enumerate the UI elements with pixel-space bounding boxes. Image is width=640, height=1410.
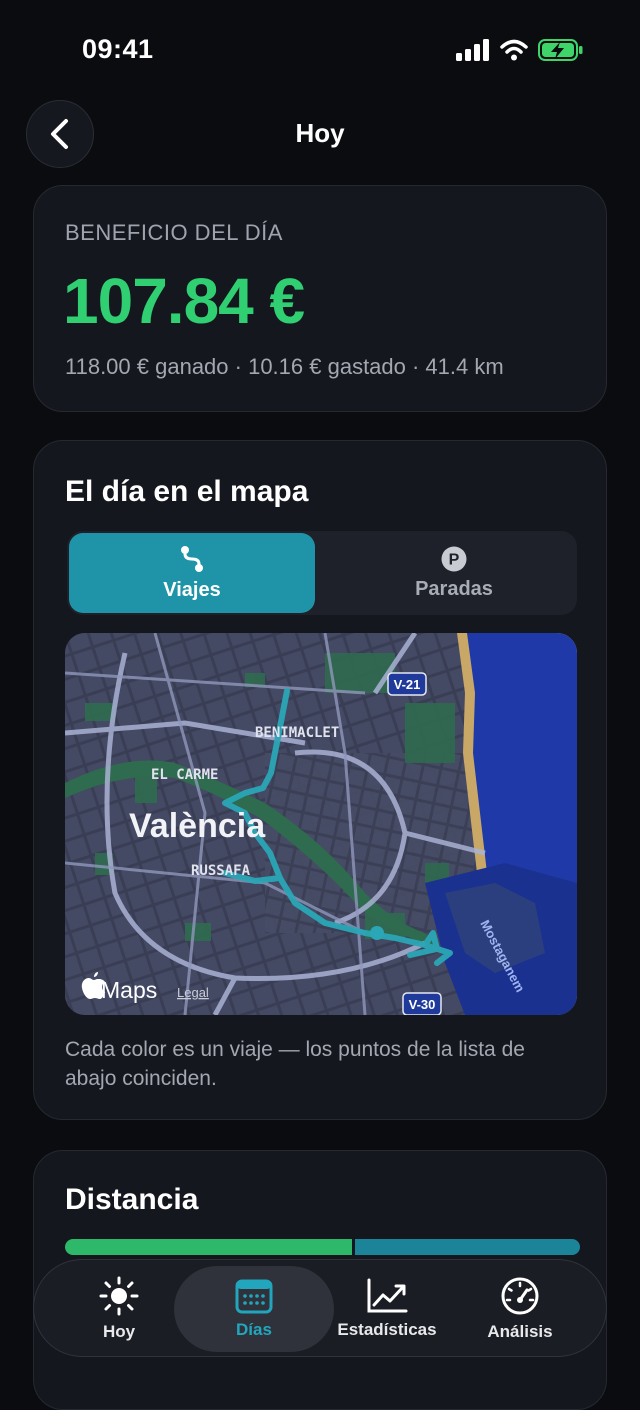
map-view[interactable]: BENIMACLET EL CARME València RUSSAFA Mos…	[65, 633, 577, 1015]
distance-bar-segment-2	[355, 1239, 580, 1255]
chart-line-icon	[367, 1278, 408, 1313]
distance-bar	[65, 1239, 580, 1255]
tab-analisis[interactable]: Análisis	[470, 1260, 570, 1358]
wifi-icon	[500, 39, 528, 61]
tab-estadisticas-label: Estadísticas	[337, 1320, 437, 1339]
tab-hoy-label: Hoy	[102, 1322, 136, 1341]
map-card-title: El día en el mapa	[65, 475, 309, 508]
distance-bar-segment-1	[65, 1239, 352, 1255]
parking-icon: P	[441, 546, 467, 571]
road-badge-v21: V-21	[387, 672, 427, 696]
map-caption: Cada color es un viaje — los puntos de l…	[65, 1038, 525, 1090]
tab-dias[interactable]: Días	[174, 1260, 334, 1358]
status-icons	[456, 38, 584, 62]
svg-text:V-21: V-21	[394, 677, 421, 692]
map-mode-segmented-control: Viajes P Paradas	[67, 531, 577, 615]
tab-dias-label: Días	[236, 1320, 272, 1339]
map-legal-link[interactable]: Legal	[177, 985, 209, 1000]
map-card: El día en el mapa Viajes P Paradas BENIM…	[33, 440, 607, 1120]
tab-paradas[interactable]: P Paradas	[331, 533, 577, 613]
tab-viajes-label: Viajes	[163, 578, 221, 601]
page-title: Hoy	[295, 118, 345, 148]
tab-paradas-label: Paradas	[415, 577, 493, 600]
battery-charging-icon	[538, 39, 583, 61]
tab-bar: Hoy Días Estadísticas Análisis	[33, 1259, 607, 1357]
profit-card: BENEFICIO DEL DÍA 107.84 € 118.00 € gana…	[33, 185, 607, 412]
tab-hoy[interactable]: Hoy	[74, 1260, 164, 1358]
road-badge-v30: V-30	[402, 992, 442, 1015]
svg-text:V-30: V-30	[409, 997, 436, 1012]
status-time: 09:41	[82, 34, 154, 64]
distance-title: Distancia	[65, 1183, 199, 1216]
profit-label: BENEFICIO DEL DÍA	[65, 220, 283, 245]
map-label-city: València	[129, 807, 266, 845]
profit-summary: 118.00 € ganado · 10.16 € gastado · 41.4…	[65, 354, 504, 379]
route-icon	[181, 545, 203, 572]
tab-analisis-label: Análisis	[487, 1322, 553, 1341]
calendar-icon	[235, 1279, 273, 1314]
map-label-benimaclet: BENIMACLET	[255, 725, 339, 741]
svg-text:Maps: Maps	[101, 977, 157, 1003]
cellular-signal-icon	[456, 39, 489, 61]
profit-value: 107.84 €	[63, 265, 305, 337]
sun-icon	[99, 1276, 139, 1316]
gauge-icon	[501, 1277, 539, 1315]
map-label-el-carme: EL CARME	[151, 767, 218, 783]
map-label-russafa: RUSSAFA	[191, 863, 251, 879]
tab-viajes[interactable]: Viajes	[69, 533, 315, 613]
svg-text:P: P	[449, 551, 460, 568]
tab-estadisticas[interactable]: Estadísticas	[334, 1260, 440, 1358]
